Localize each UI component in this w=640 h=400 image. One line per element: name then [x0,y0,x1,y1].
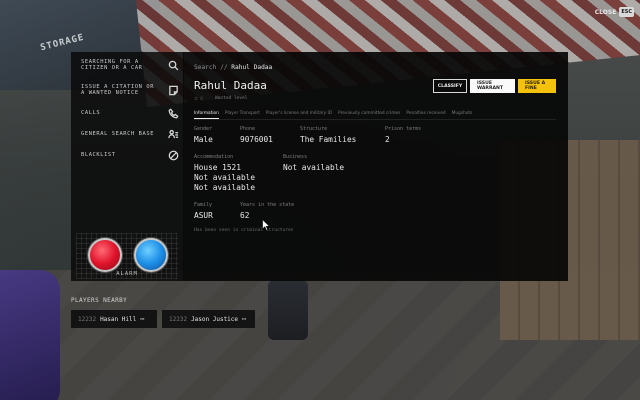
tab-player-transport[interactable]: Player Transport [225,110,260,119]
alarm-label: ALARM [116,271,138,277]
page-title: Rahul Dadaa [194,79,267,92]
more-icon[interactable]: ⋯ [242,315,246,323]
gender-value: Male [194,135,213,144]
close-label[interactable]: CLOSE [595,9,617,16]
more-icon[interactable]: ⋯ [140,315,144,323]
family-field: Family ASUR [194,202,213,221]
sidebar-item-blacklist[interactable]: BLACKLIST [81,149,179,161]
business-value: Not available [283,163,345,172]
blue-alarm-button[interactable] [134,238,168,272]
accommodation-value: Not available [194,173,256,182]
breadcrumb: Search // Rahul Dadaa [194,64,272,71]
player-name: Jason Justice [191,315,239,323]
issue-warrant-button[interactable]: ISSUE WARRANT [470,79,515,93]
prison-terms-value: 2 [385,135,390,144]
player-id: 12232 [78,315,97,323]
structure-value: The Families [300,135,357,144]
sidebar-item-search-citizen[interactable]: SEARCHING FOR A CITIZEN OR A CAR [81,59,179,71]
business-label: Business [283,154,308,160]
tab-license-military-id[interactable]: Player's license and military ID [266,110,332,119]
business-field: Business Not available [283,154,344,173]
red-alarm-button[interactable] [88,238,122,272]
citizen-profile-panel: Search // Rahul Dadaa Rahul Dadaa ☆☆ Wan… [183,52,568,281]
years-in-state-label: Years in the state [240,202,295,208]
search-icon [167,59,179,71]
classify-button[interactable]: CLASSIFY [433,79,467,93]
structure-field: Structure The Families [300,126,356,145]
structure-label: Structure [300,126,328,132]
family-value: ASUR [194,211,213,220]
sidebar-item-issue-citation[interactable]: ISSUE A CITATION OR A WANTED NOTICE [81,84,179,96]
sidebar-item-label: BLACKLIST [81,152,116,158]
sidebar-item-label: GENERAL SEARCH BASE [81,131,155,137]
player-character [268,280,308,340]
phone-value: 9076001 [240,135,273,144]
wanted-level-label: Wanted level [215,96,248,101]
players-nearby-title: PLAYERS NEARBY [71,297,128,304]
family-label: Family [194,202,213,208]
close-control[interactable]: CLOSE ESC [595,7,634,17]
phone-icon [167,107,179,119]
prison-terms-label: Prison terms [385,126,422,132]
accommodation-value: House 1521 [194,163,241,172]
phone-label: Phone [240,126,256,132]
blocked-icon [167,149,179,161]
sidebar-item-label: SEARCHING FOR A CITIZEN OR A CAR [81,59,143,71]
sidebar-item-general-search[interactable]: GENERAL SEARCH BASE [81,128,179,140]
breadcrumb-current: Rahul Dadaa [231,64,273,71]
player-id: 12232 [169,315,188,323]
breadcrumb-root[interactable]: Search [194,64,216,71]
issue-fine-button[interactable]: ISSUE A FINE [518,79,556,93]
accommodation-field: Accommodation House 1521 Not available N… [194,154,255,193]
sidebar: SEARCHING FOR A CITIZEN OR A CAR ISSUE A… [71,52,184,281]
accommodation-value: Not available [194,183,256,192]
tab-penalties[interactable]: Penalties received [406,110,445,119]
wanted-stars-icon: ☆☆ [194,94,205,102]
sidebar-item-label: CALLS [81,110,101,116]
tab-information[interactable]: Information [194,110,219,119]
purple-car [0,270,60,400]
mouse-cursor-icon [262,219,270,231]
accommodation-label: Accommodation [194,154,234,160]
breadcrumb-separator: // [220,64,228,71]
player-name: Hasan Hill [100,315,137,323]
phone-field: Phone 9076001 [240,126,273,145]
gender-label: Gender [194,126,213,132]
gender-field: Gender Male [194,126,213,145]
people-icon [167,128,179,140]
storage-sign: STORAGE [39,32,86,54]
sidebar-item-label: ISSUE A CITATION OR A WANTED NOTICE [81,84,155,96]
criminal-note: Has been seen in criminal structures [194,228,294,233]
note-icon [167,84,179,96]
sidebar-item-calls[interactable]: CALLS [81,107,179,119]
esc-key-badge[interactable]: ESC [619,7,634,17]
action-buttons: CLASSIFY ISSUE WARRANT ISSUE A FINE [433,79,556,93]
tab-mugshots[interactable]: Mugshots [452,110,473,119]
tab-bar: Information Player Transport Player's li… [194,110,556,120]
player-chip[interactable]: 12232 Jason Justice ⋯ [162,310,255,328]
player-chip[interactable]: 12232 Hasan Hill ⋯ [71,310,157,328]
tab-committed-crimes[interactable]: Previously committed crimes [338,110,400,119]
prison-terms-field: Prison terms 2 [385,126,421,145]
alarm-panel: ALARM [76,233,178,279]
